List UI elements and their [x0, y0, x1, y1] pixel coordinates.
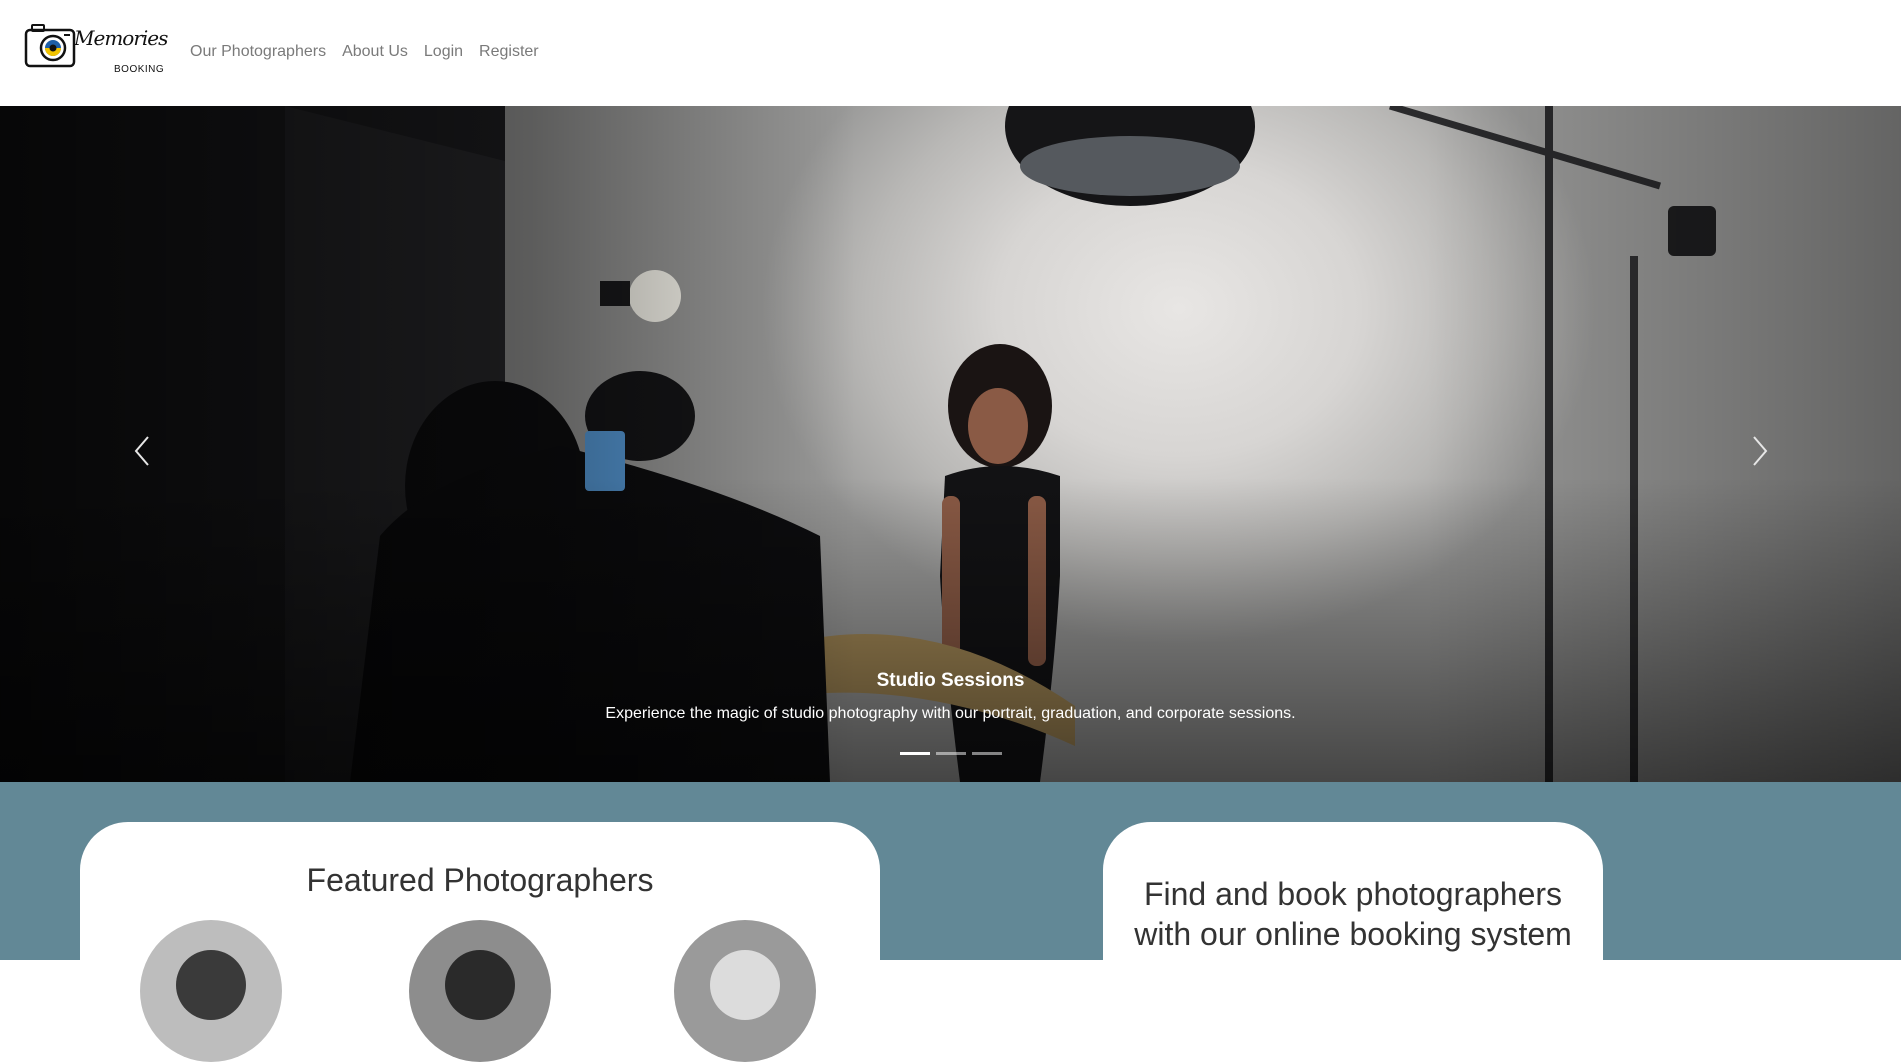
featured-photographers-card: Featured Photographers	[80, 822, 880, 1062]
brand-sub: BOOKING	[114, 64, 165, 75]
photographer-avatar[interactable]	[140, 920, 282, 1062]
photographer-avatar[interactable]	[409, 920, 551, 1062]
nav-login[interactable]: Login	[424, 43, 463, 61]
brand-logo[interactable]: Memories BOOKING	[24, 20, 168, 78]
carousel-prev-button[interactable]	[128, 431, 158, 471]
info-section: Featured Photographers Find and book pho…	[0, 782, 1901, 1062]
caption-title: Studio Sessions	[876, 670, 1025, 691]
nav-about-us[interactable]: About Us	[342, 43, 408, 61]
carousel-indicator-1[interactable]	[900, 752, 930, 755]
carousel-indicators	[900, 752, 1002, 755]
nav-our-photographers[interactable]: Our Photographers	[190, 43, 326, 61]
photographer-avatar[interactable]	[674, 920, 816, 1062]
nav-register[interactable]: Register	[479, 43, 539, 61]
brand-script: Memories	[74, 26, 168, 50]
caption-text: Experience the magic of studio photograp…	[605, 705, 1296, 722]
find-photographers-card: Find and book photographers with our onl…	[1103, 822, 1603, 1022]
chevron-right-icon	[1753, 436, 1768, 466]
find-title: Find and book photographers with our onl…	[1134, 876, 1572, 952]
main-nav: Our Photographers About Us Login Registe…	[190, 43, 539, 61]
hero-carousel: Studio Sessions Experience the magic of …	[0, 106, 1901, 782]
navbar: Memories BOOKING Our Photographers About…	[0, 0, 1901, 106]
carousel-indicator-3[interactable]	[972, 752, 1002, 755]
carousel-next-button[interactable]	[1744, 431, 1774, 471]
featured-title: Featured Photographers	[306, 862, 654, 898]
chevron-left-icon	[134, 436, 149, 466]
carousel-indicator-2[interactable]	[936, 752, 966, 755]
